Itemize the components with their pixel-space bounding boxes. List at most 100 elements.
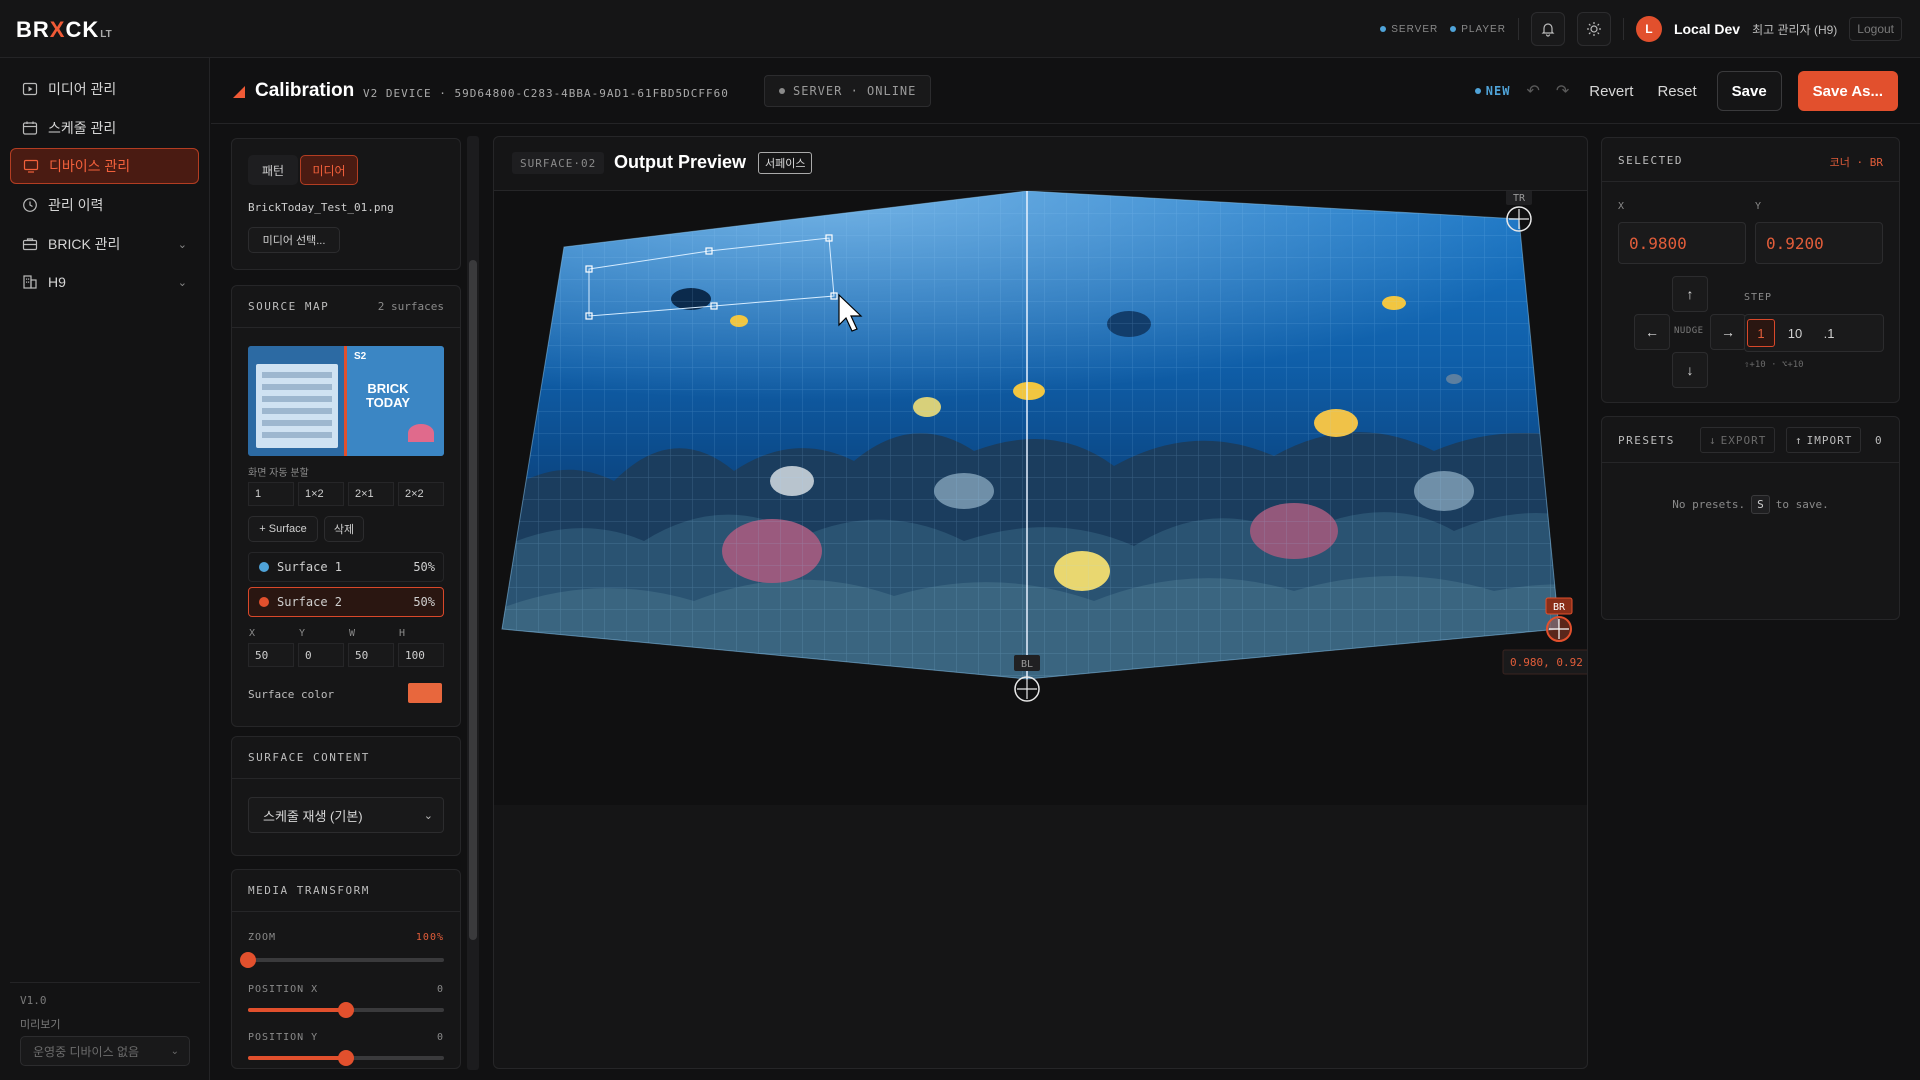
presets-count: 0 <box>1875 434 1882 447</box>
briefcase-icon <box>22 238 38 251</box>
source-thumbnail[interactable]: S2 BRICK TODAY <box>248 346 444 456</box>
position-y-slider[interactable] <box>248 1050 444 1066</box>
sidebar-item-h9[interactable]: H9 ⌄ <box>10 264 199 300</box>
nudge-right-button[interactable]: → <box>1710 314 1746 350</box>
split-option-1[interactable]: 1 <box>248 482 294 506</box>
left-panel-scrollbar[interactable] <box>467 136 479 1070</box>
step-option-tenth[interactable]: .1 <box>1815 319 1843 347</box>
delete-surface-button[interactable]: 삭제 <box>324 516 364 542</box>
nudge-label: NUDGE <box>1674 326 1704 336</box>
sidebar-item-devices[interactable]: 디바이스 관리 <box>10 148 199 184</box>
sidebar-item-schedule[interactable]: 스케줄 관리 <box>10 110 199 146</box>
position-x-slider[interactable] <box>248 1002 444 1018</box>
sidebar-item-history[interactable]: 관리 이력 <box>10 187 199 223</box>
surface-color-picker[interactable] <box>408 683 442 703</box>
nudge-left-button[interactable]: ← <box>1634 314 1670 350</box>
save-as-button[interactable]: Save As... <box>1797 71 1898 111</box>
surface-pct: 50% <box>413 595 435 609</box>
selected-corner: 코너 · BR <box>1829 156 1883 169</box>
corner-x-input[interactable]: 0.9800 <box>1618 222 1746 264</box>
top-bar: BRXCKLT SERVER PLAYER L Local Dev 최고 관리자… <box>0 0 1920 58</box>
tab-pattern[interactable]: 패턴 <box>248 155 298 185</box>
split-option-2x1[interactable]: 2×1 <box>348 482 394 506</box>
status-dot <box>1450 26 1457 32</box>
surface-chip[interactable]: 서페이스 <box>758 152 813 174</box>
surface-list-item-selected[interactable]: Surface 2 50% <box>248 587 444 617</box>
arrow-down-icon: ↓ <box>1686 362 1694 378</box>
sidebar-item-label: BRICK 관리 <box>48 236 121 252</box>
revert-button[interactable]: Revert <box>1585 83 1637 100</box>
import-presets-button[interactable]: ↑ IMPORT <box>1786 427 1862 453</box>
nudge-up-button[interactable]: ↑ <box>1672 276 1708 312</box>
split-option-1x2[interactable]: 1×2 <box>298 482 344 506</box>
app-version: V1.0 <box>20 994 47 1007</box>
presets-panel: PRESETS ↓ EXPORT ↑ IMPORT 0 No presets. S … <box>1601 416 1900 620</box>
surface-count: 2 surfaces <box>377 300 444 313</box>
surface-list-item[interactable]: Surface 1 50% <box>248 552 444 582</box>
panel-title: SELECTED <box>1618 154 1683 167</box>
thumb-coral <box>408 424 434 442</box>
theme-toggle-button[interactable] <box>1576 12 1611 46</box>
corner-y-input[interactable]: 0.9200 <box>1755 222 1883 264</box>
status-dot <box>1380 26 1387 32</box>
surface-tag: SURFACE·02 <box>512 152 605 174</box>
surface-y-input[interactable]: 0 <box>298 643 344 667</box>
user-name: Local Dev <box>1673 21 1741 37</box>
reset-button[interactable]: Reset <box>1653 83 1700 100</box>
surface-h-input[interactable]: 100 <box>398 643 444 667</box>
download-icon: ↓ <box>1709 433 1717 447</box>
media-file-name: BrickToday_Test_01.png <box>248 201 394 214</box>
save-button[interactable]: Save <box>1716 71 1782 111</box>
corner-label-bl: BL <box>1021 659 1033 670</box>
chevron-down-icon: ⌄ <box>423 809 433 822</box>
slider-knob[interactable] <box>338 1002 354 1018</box>
notifications-button[interactable] <box>1530 12 1565 46</box>
upload-icon: ↑ <box>1795 433 1803 447</box>
step-option-1[interactable]: 1 <box>1747 319 1775 347</box>
thumb-left-half <box>248 346 346 456</box>
avatar[interactable]: L <box>1635 16 1662 42</box>
redo-button[interactable]: ↷ <box>1556 81 1569 101</box>
calibration-canvas[interactable]: TR BL BR 0.980, 0.92 <box>494 191 1588 805</box>
logout-button[interactable]: Logout <box>1849 17 1902 41</box>
surface-w-input[interactable]: 50 <box>348 643 394 667</box>
surface-content-select[interactable]: 스케줄 재생 (기본) ⌄ <box>248 797 444 833</box>
brick-logo[interactable]: BRXCKLT <box>16 17 112 43</box>
slider-knob[interactable] <box>338 1050 354 1066</box>
step-option-10[interactable]: 10 <box>1779 319 1811 347</box>
player-status-label: PLAYER <box>1461 23 1506 35</box>
select-media-button[interactable]: 미디어 선택... <box>248 227 340 253</box>
slider-knob[interactable] <box>240 952 256 968</box>
preview-title: Output Preview <box>614 152 747 172</box>
undo-button[interactable]: ↶ <box>1526 81 1539 101</box>
step-selector[interactable]: 1 10 .1 <box>1744 314 1884 352</box>
export-presets-button[interactable]: ↓ EXPORT <box>1700 427 1776 453</box>
shortcut-key: S <box>1751 495 1770 514</box>
field-label-w: W <box>349 628 357 639</box>
building-icon <box>23 275 37 289</box>
add-surface-button[interactable]: + Surface <box>248 516 318 542</box>
preview-header: SURFACE·02 Output Preview 서페이스 <box>494 137 1587 191</box>
thumb-split-line <box>344 346 347 456</box>
split-option-2x2[interactable]: 2×2 <box>398 482 444 506</box>
monitor-icon <box>23 159 39 173</box>
sidebar-item-label: H9 <box>48 274 66 290</box>
sidebar-item-label: 미디어 관리 <box>48 81 117 97</box>
thumb-line <box>262 384 332 390</box>
surface-swatch <box>259 562 269 572</box>
nudge-down-button[interactable]: ↓ <box>1672 352 1708 388</box>
status-dot <box>1474 88 1481 94</box>
zoom-slider[interactable] <box>240 952 444 968</box>
field-label-h: H <box>399 628 407 639</box>
step-label: STEP <box>1744 292 1773 303</box>
scrollbar-thumb[interactable] <box>469 260 477 940</box>
sidebar-item-media[interactable]: 미디어 관리 <box>10 71 199 107</box>
tab-media[interactable]: 미디어 <box>300 155 358 185</box>
surface-swatch <box>259 597 269 607</box>
sidebar-item-brick[interactable]: BRICK 관리 ⌄ <box>10 226 199 262</box>
panel-header: SOURCE MAP 2 surfaces <box>232 286 460 328</box>
sidebar: 미디어 관리 스케줄 관리 디바이스 관리 관리 이력 BRICK 관리 ⌄ H… <box>0 58 210 1080</box>
import-label: IMPORT <box>1806 433 1853 447</box>
preview-device-select[interactable]: 운영중 디바이스 없음 ⌄ <box>20 1036 190 1066</box>
surface-x-input[interactable]: 50 <box>248 643 294 667</box>
